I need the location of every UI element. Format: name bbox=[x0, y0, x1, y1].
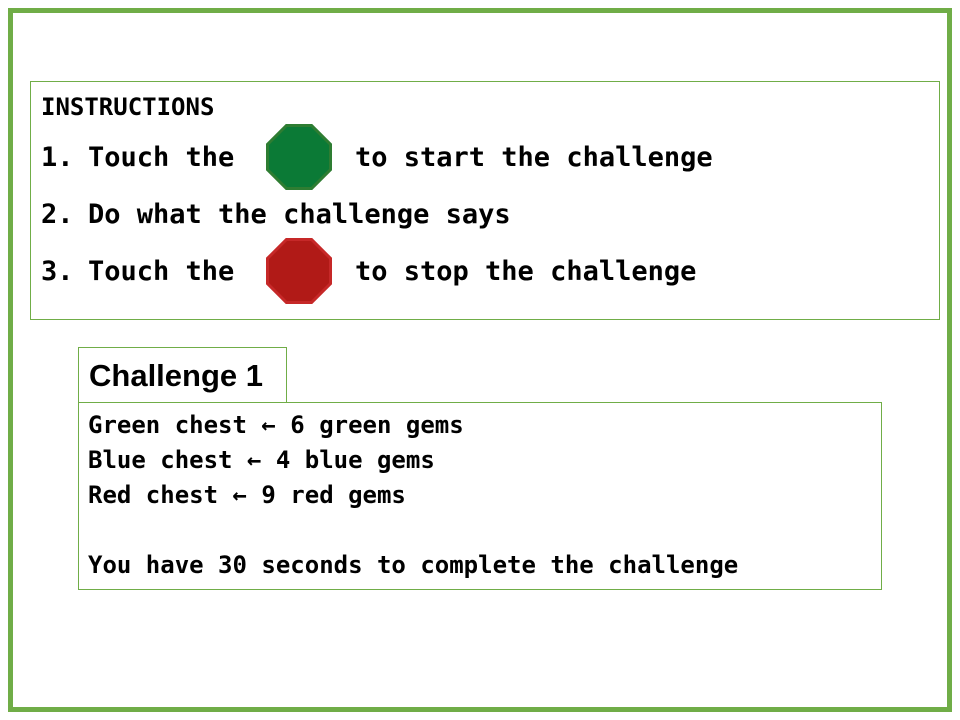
instructions-panel: INSTRUCTIONS 1. Touch the to start the c… bbox=[30, 81, 940, 320]
step-text: Touch the bbox=[88, 256, 235, 287]
challenge-line-blue: Blue chest ← 4 blue gems bbox=[88, 446, 435, 474]
instructions-title: INSTRUCTIONS bbox=[41, 93, 215, 121]
green-octagon-go-icon[interactable] bbox=[266, 124, 332, 190]
challenge-title: Challenge 1 bbox=[89, 358, 263, 393]
step-number: 2. bbox=[41, 199, 74, 230]
challenge-tab: Challenge 1 bbox=[78, 347, 287, 403]
step-text-after: to stop the challenge bbox=[355, 256, 697, 287]
challenge-time-limit: You have 30 seconds to complete the chal… bbox=[88, 551, 739, 579]
step-text-after: to start the challenge bbox=[355, 142, 713, 173]
step-number: 1. bbox=[41, 142, 74, 173]
challenge-line-red: Red chest ← 9 red gems bbox=[88, 481, 406, 509]
step-text: Do what the challenge says bbox=[88, 199, 511, 230]
step-number: 3. bbox=[41, 256, 74, 287]
red-octagon-stop-icon[interactable] bbox=[266, 238, 332, 304]
step-text: Touch the bbox=[88, 142, 235, 173]
challenge-panel: Green chest ← 6 green gems Blue chest ← … bbox=[78, 402, 882, 590]
challenge-line-green: Green chest ← 6 green gems bbox=[88, 411, 464, 439]
